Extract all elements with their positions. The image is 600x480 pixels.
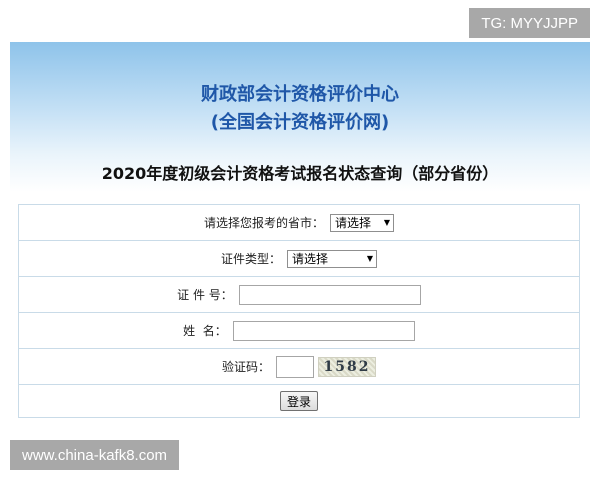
page-title: 2020年度初级会计资格考试报名状态查询（部分省份） [101, 164, 499, 183]
watermark-site-text: www.china-kafk8.com [22, 446, 168, 464]
province-select[interactable]: 请选择 ▼ [330, 213, 394, 232]
name-label: 姓 名： [183, 324, 227, 338]
login-button[interactable]: 登录 [279, 391, 318, 411]
name-input[interactable] [232, 320, 415, 341]
province-select-value: 请选择 [335, 216, 372, 230]
page: TG: MYYJJPP 财政部会计资格评价中心 (全国会计资格评价网) 2020… [0, 0, 600, 480]
chevron-down-icon: ▼ [366, 254, 373, 263]
captcha-label: 验证码： [221, 360, 270, 374]
form-row-province: 请选择您报考的省市： 请选择 ▼ [19, 205, 579, 241]
query-form: 请选择您报考的省市： 请选择 ▼ 证件类型： 请选择 ▼ 证 件 号： 姓 名：… [18, 204, 580, 418]
form-row-id-number: 证 件 号： [19, 277, 579, 313]
id-type-label: 证件类型： [220, 252, 281, 266]
org-title-line2: (全国会计资格评价网) [210, 112, 390, 133]
watermark-tg-text: TG: MYYJJPP [481, 14, 578, 32]
form-row-id-type: 证件类型： 请选择 ▼ [19, 241, 579, 277]
id-number-label: 证 件 号： [177, 288, 233, 302]
province-label: 请选择您报考的省市： [203, 216, 324, 230]
captcha-input[interactable] [276, 355, 314, 378]
form-row-captcha: 验证码： 1582 [19, 349, 579, 385]
chevron-down-icon: ▼ [383, 218, 390, 227]
form-row-submit: 登录 [19, 385, 579, 417]
form-row-name: 姓 名： [19, 313, 579, 349]
org-title-line1: 财政部会计资格评价中心 [201, 84, 399, 105]
id-type-select[interactable]: 请选择 ▼ [287, 249, 377, 268]
watermark-site: www.china-kafk8.com [10, 440, 180, 470]
captcha-image[interactable]: 1582 [318, 356, 376, 377]
id-type-select-value: 请选择 [292, 252, 329, 266]
watermark-tg: TG: MYYJJPP [469, 8, 590, 38]
id-number-input[interactable] [238, 284, 421, 305]
